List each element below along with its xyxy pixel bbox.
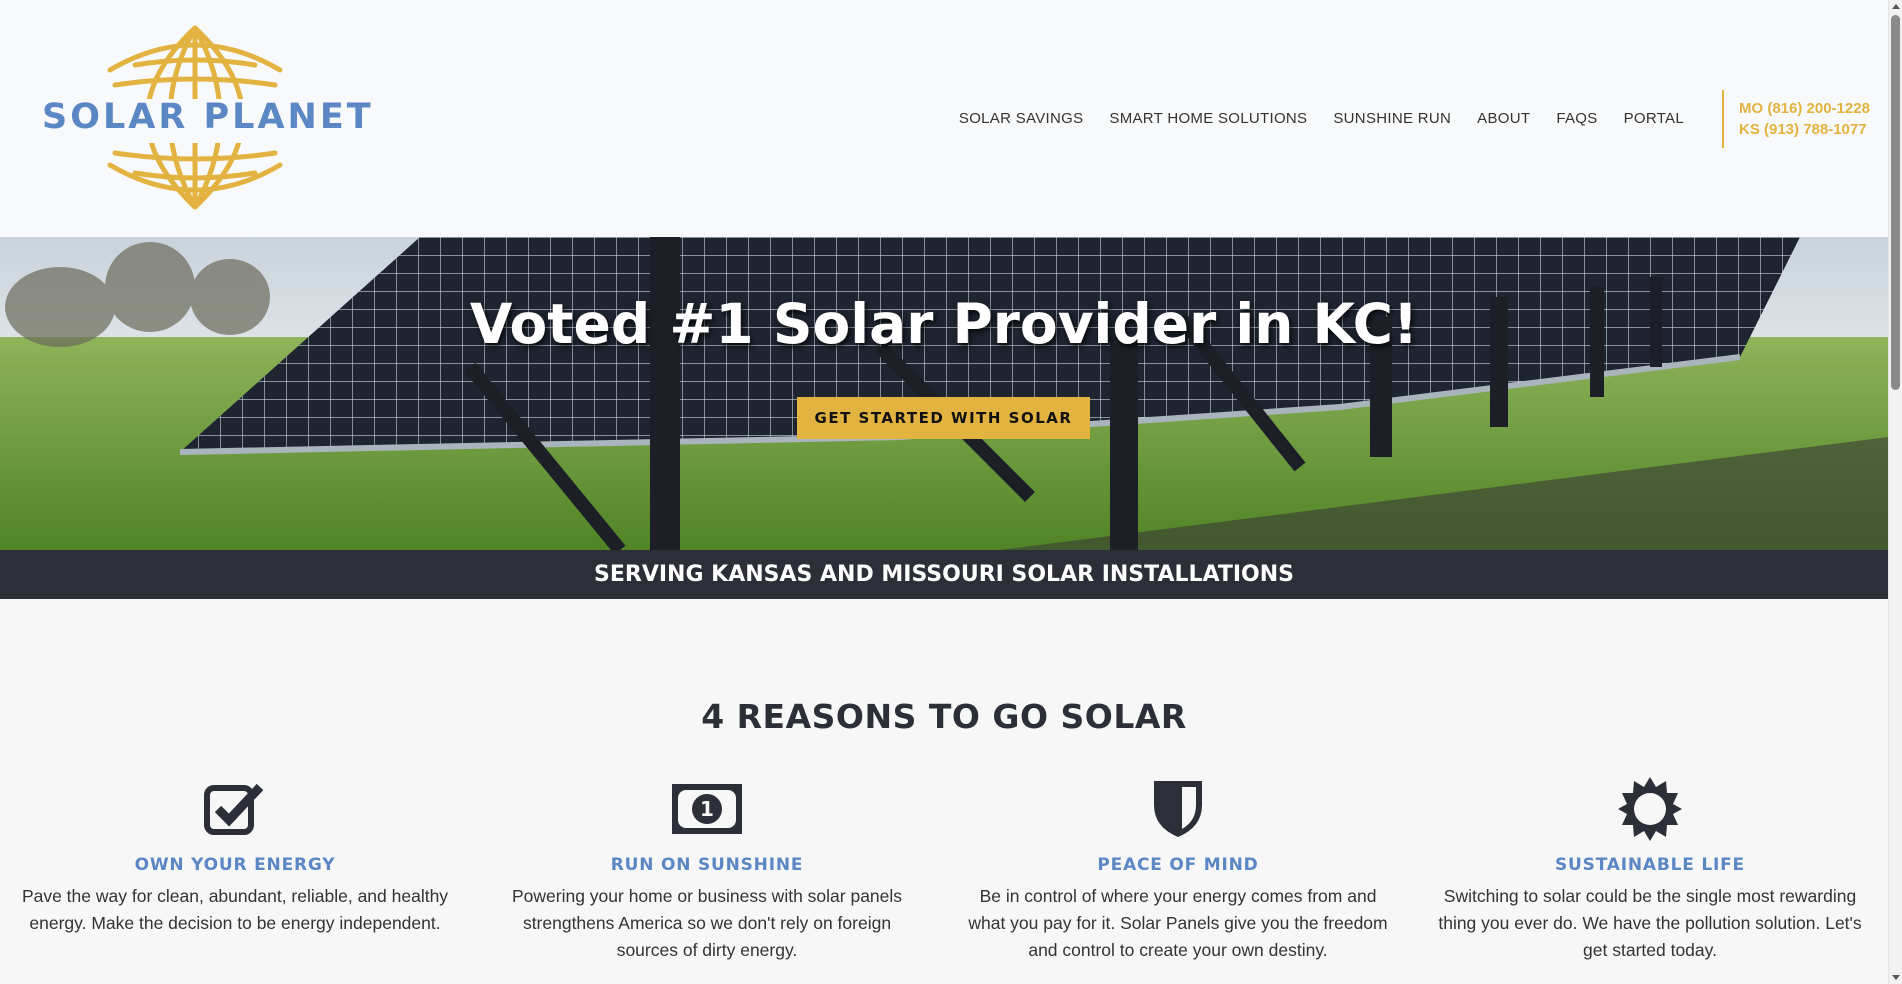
page-scrollbar[interactable] — [1888, 0, 1902, 984]
site-header: SOLAR PLANET SOLAR SAVINGS SMART HOME SO… — [0, 0, 1888, 237]
solar-planet-logo[interactable]: SOLAR PLANET — [40, 25, 374, 210]
phone-numbers: MO (816) 200-1228 KS (913) 788-1077 — [1739, 98, 1870, 140]
nav-solar-savings[interactable]: SOLAR SAVINGS — [959, 110, 1084, 127]
hero-title: Voted #1 Solar Provider in KC! — [469, 292, 1419, 356]
nav-about[interactable]: ABOUT — [1477, 110, 1530, 127]
scroll-down-icon[interactable] — [1892, 975, 1900, 980]
reason-heading: SUSTAINABLE LIFE — [1555, 855, 1745, 875]
logo-wordmark: SOLAR PLANET — [42, 97, 374, 137]
reason-card: SUSTAINABLE LIFE Switching to solar coul… — [1430, 777, 1870, 964]
solar-array-photo — [0, 237, 1888, 550]
nav-portal[interactable]: PORTAL — [1624, 110, 1684, 127]
phone-divider — [1722, 90, 1724, 148]
reason-heading: PEACE OF MIND — [1097, 855, 1259, 875]
svg-text:1: 1 — [700, 797, 714, 821]
reason-heading: OWN YOUR ENERGY — [134, 855, 336, 875]
reason-card: PEACE OF MIND Be in control of where you… — [958, 778, 1398, 964]
reason-text: Be in control of where your energy comes… — [968, 886, 1388, 960]
service-area-text: SERVING KANSAS AND MISSOURI SOLAR INSTAL… — [594, 562, 1294, 587]
reason-text: Pave the way for clean, abundant, reliab… — [21, 886, 449, 933]
sun-icon — [1430, 777, 1870, 841]
reason-heading: RUN ON SUNSHINE — [610, 855, 804, 875]
reason-text: Powering your home or business with sola… — [511, 886, 903, 960]
nav-faqs[interactable]: FAQS — [1556, 110, 1597, 127]
scrollbar-thumb[interactable] — [1891, 15, 1900, 390]
reason-text: Switching to solar could be the single m… — [1438, 886, 1862, 960]
reason-card: OWN YOUR ENERGY Pave the way for clean, … — [15, 778, 455, 937]
phone-mo-link[interactable]: MO (816) 200-1228 — [1739, 98, 1870, 119]
get-started-button[interactable]: GET STARTED WITH SOLAR — [797, 397, 1090, 439]
shield-icon — [958, 778, 1398, 840]
scroll-up-icon[interactable] — [1892, 4, 1900, 9]
phone-ks-link[interactable]: KS (913) 788-1077 — [1739, 119, 1870, 140]
reason-card: 1 RUN ON SUNSHINE Powering your home or … — [487, 778, 927, 964]
nav-smart-home-solutions[interactable]: SMART HOME SOLUTIONS — [1109, 110, 1307, 127]
money-bill-icon: 1 — [487, 778, 927, 840]
checkbox-icon — [15, 778, 455, 840]
main-nav: SOLAR SAVINGS SMART HOME SOLUTIONS SUNSH… — [959, 110, 1684, 127]
nav-sunshine-run[interactable]: SUNSHINE RUN — [1333, 110, 1451, 127]
reasons-heading: 4 REASONS TO GO SOLAR — [701, 697, 1187, 736]
hero-banner: Voted #1 Solar Provider in KC! GET START… — [0, 237, 1888, 550]
service-area-strip: SERVING KANSAS AND MISSOURI SOLAR INSTAL… — [0, 550, 1888, 599]
